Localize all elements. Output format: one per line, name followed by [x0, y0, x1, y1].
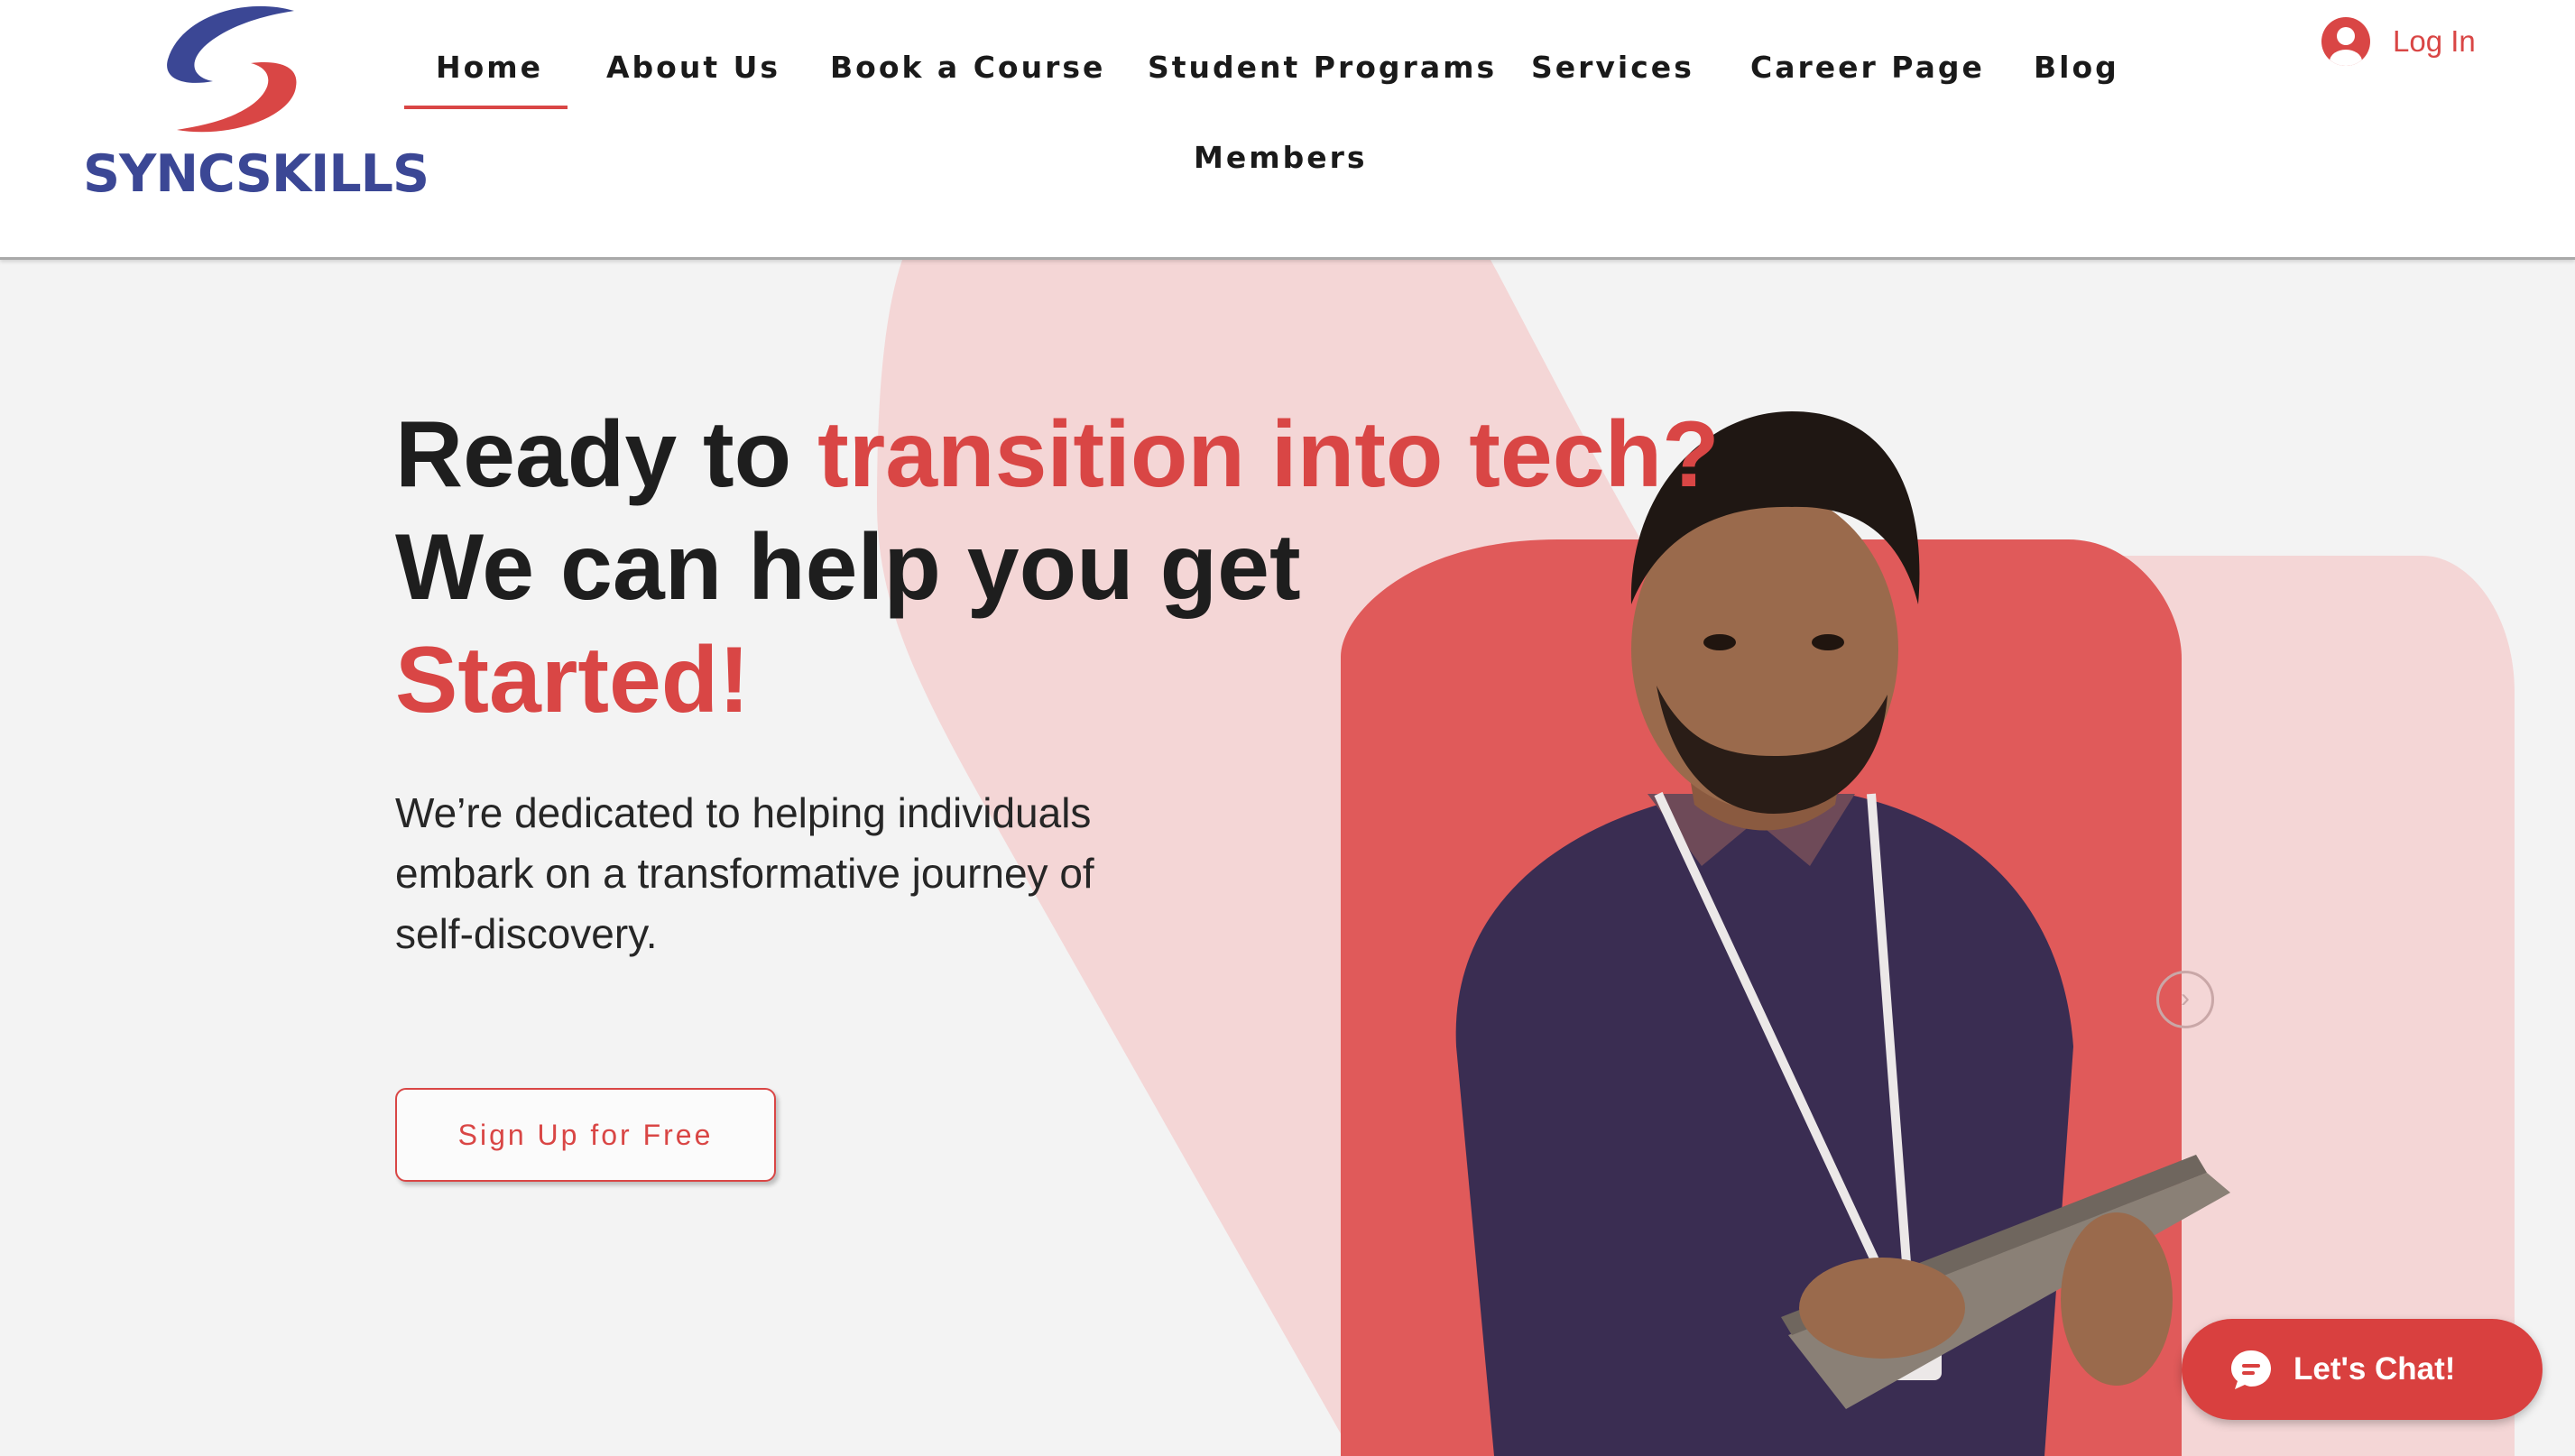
nav-student-programs[interactable]: Student Programs — [1148, 50, 1497, 85]
nav-services[interactable]: Services — [1531, 50, 1694, 85]
headline-highlight-2: Started! — [395, 628, 750, 733]
chat-label: Let's Chat! — [2294, 1351, 2456, 1387]
headline-line-1: Ready to transition into tech? — [395, 399, 1720, 511]
page: SYNCSKILLS Home About Us Book a Course S… — [0, 0, 2575, 1456]
nav-blog[interactable]: Blog — [2034, 50, 2119, 85]
user-avatar-icon — [2321, 17, 2370, 66]
sign-up-button[interactable]: Sign Up for Free — [395, 1088, 776, 1182]
headline-part-1: Ready to — [395, 402, 818, 507]
site-header: SYNCSKILLS Home About Us Book a Course S… — [0, 0, 2575, 260]
logo-text: SYNCSKILLS — [83, 144, 429, 204]
chat-bubble-icon — [2231, 1350, 2271, 1389]
syncskills-logo[interactable]: SYNCSKILLS — [79, 4, 429, 207]
nav-members[interactable]: Members — [1194, 140, 1368, 175]
nav-about-us[interactable]: About Us — [606, 50, 780, 85]
nav-home[interactable]: Home — [436, 50, 543, 85]
hero-headline: Ready to transition into tech? We can he… — [395, 399, 1720, 737]
nav-book-a-course[interactable]: Book a Course — [830, 50, 1105, 85]
headline-line-2: We can help you get — [395, 515, 1301, 620]
logo-mark-icon — [167, 5, 297, 133]
login-button[interactable]: Log In — [2321, 16, 2476, 67]
hero-subtext: We’re dedicated to helping individuals e… — [395, 789, 1094, 957]
headline-highlight-1: transition into tech? — [817, 402, 1720, 507]
chat-button[interactable]: Let's Chat! — [2182, 1319, 2543, 1420]
slider-next-arrow-icon[interactable]: › — [2156, 971, 2214, 1028]
nav-career-page[interactable]: Career Page — [1750, 50, 1985, 85]
nav-active-underline — [404, 106, 568, 109]
login-label: Log In — [2393, 24, 2476, 58]
